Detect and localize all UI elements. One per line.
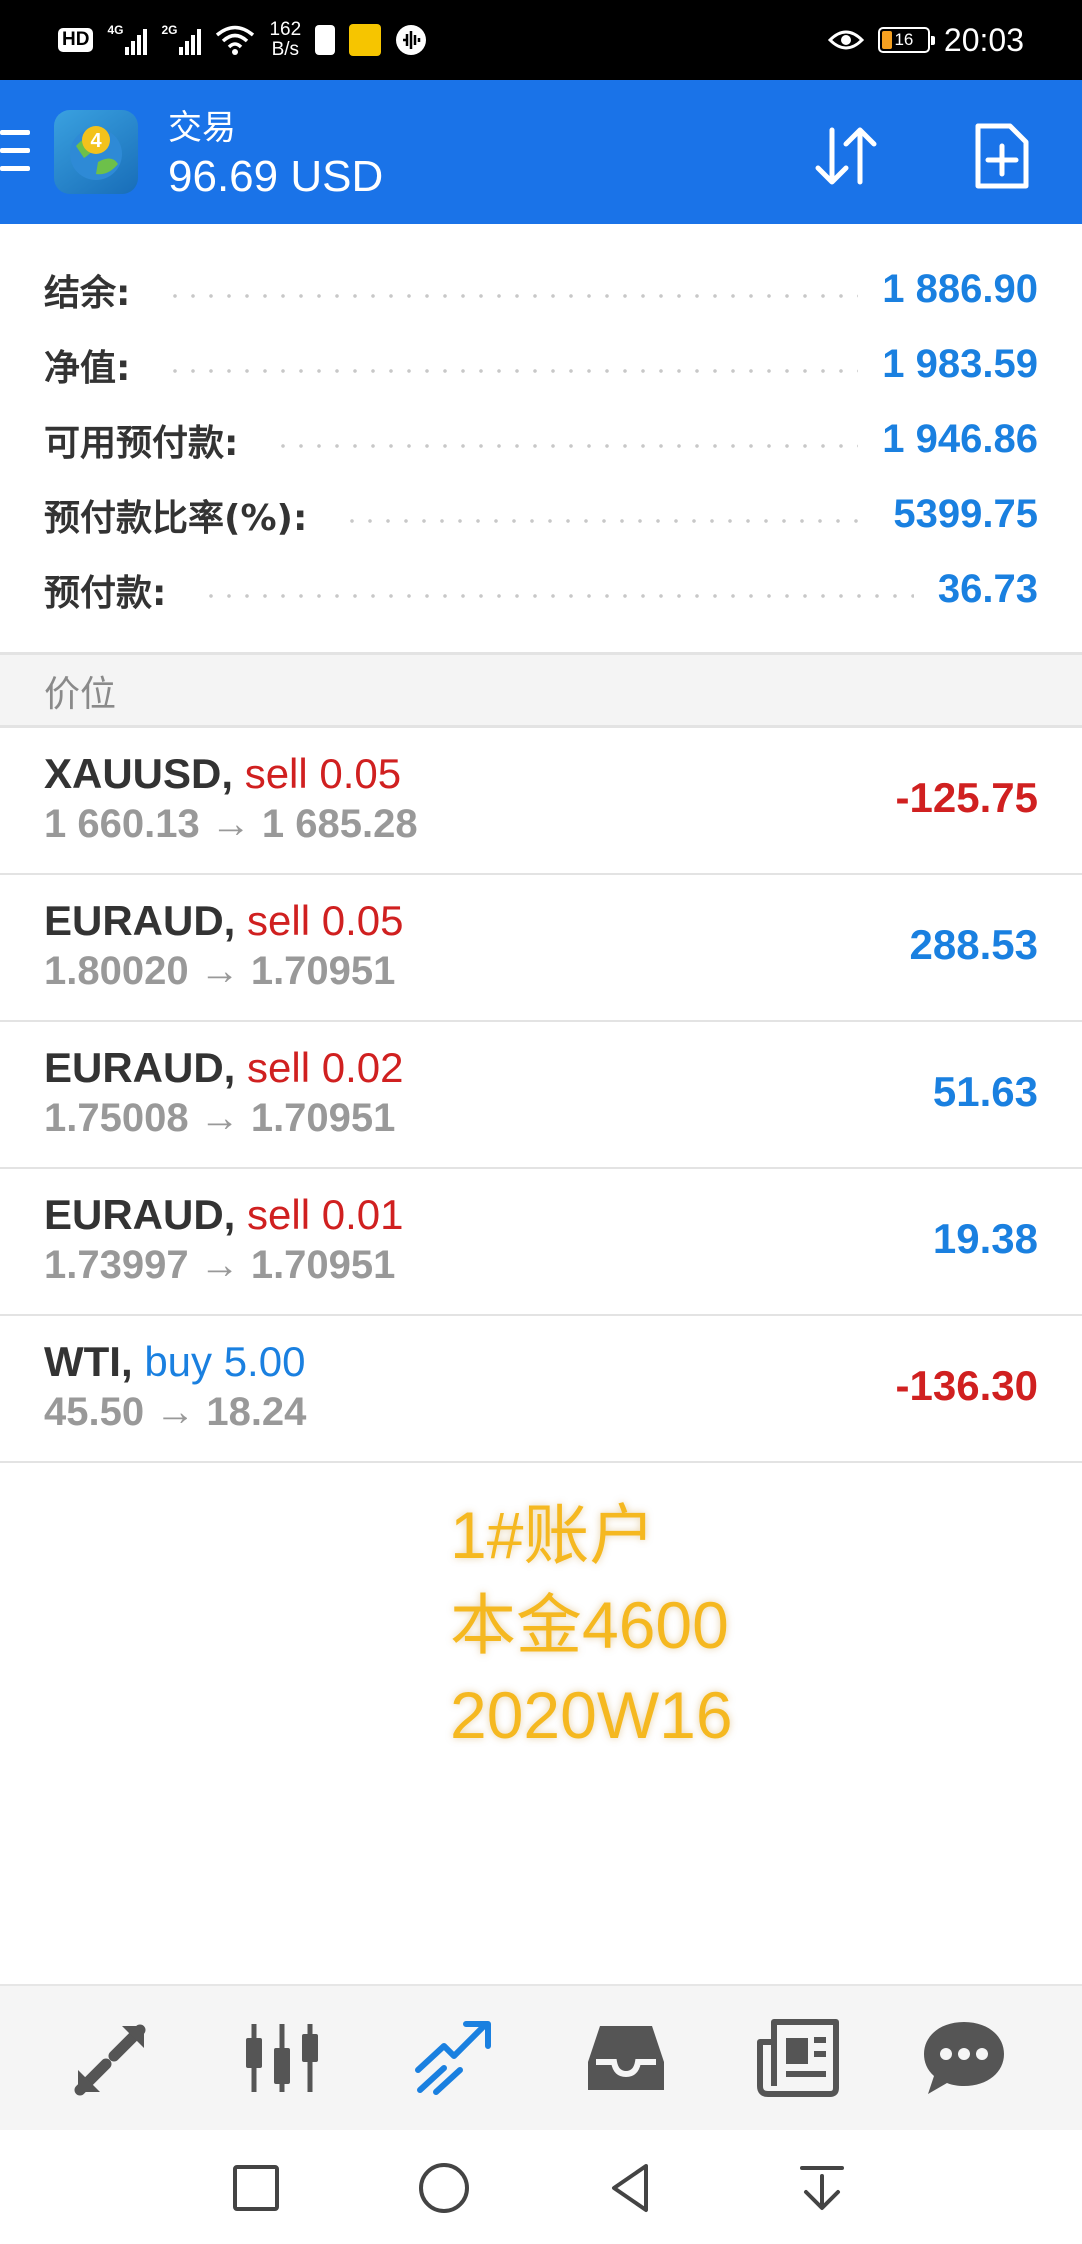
positions-header-label: 价位 <box>44 674 117 715</box>
summary-value: 1 946.86 <box>882 417 1038 461</box>
leader-dots <box>166 368 859 373</box>
position-symbol: EURAUD, <box>44 897 236 944</box>
summary-row-margin: 预付款: 36.73 <box>44 552 1038 627</box>
trade-icon <box>415 2021 491 2095</box>
bottom-tab-bar <box>0 1984 1082 2130</box>
square-icon <box>233 2165 279 2211</box>
summary-label: 预付款: <box>44 572 167 614</box>
app-header: 4 交易 96.69 USD <box>0 80 1082 224</box>
tab-trade[interactable] <box>404 2008 504 2108</box>
status-right: 16 20:03 <box>827 14 1024 66</box>
position-row[interactable]: EURAUD, sell 0.01 1.73997 → 1.70951 19.3… <box>0 1169 1082 1316</box>
system-nav-bar <box>0 2130 1082 2244</box>
sort-button[interactable] <box>806 116 886 196</box>
summary-label: 可用预付款: <box>44 422 239 464</box>
app-logo: 4 <box>54 110 138 194</box>
recents-button[interactable] <box>224 2156 288 2220</box>
positions-header: 价位 <box>0 652 1082 728</box>
account-note: 1#账户 本金4600 2020W16 <box>450 1490 733 1760</box>
tab-quotes[interactable] <box>60 2008 160 2108</box>
sort-icon <box>815 127 877 185</box>
tab-news[interactable] <box>748 2008 848 2108</box>
circle-icon <box>419 2163 469 2213</box>
position-profit: 288.53 <box>909 921 1038 968</box>
summary-row-margin-level: 预付款比率(%): 5399.75 <box>44 477 1038 552</box>
summary-row-free-margin: 可用预付款: 1 946.86 <box>44 402 1038 477</box>
tab-chat[interactable] <box>914 2008 1014 2108</box>
signal-2g-icon: 2G <box>161 23 202 55</box>
note-line: 2020W16 <box>450 1678 733 1752</box>
svg-text:4: 4 <box>90 130 102 152</box>
notification-pull-button[interactable] <box>790 2156 854 2220</box>
position-row[interactable]: EURAUD, sell 0.02 1.75008 → 1.70951 51.6… <box>0 1022 1082 1169</box>
position-prices: 45.50 → 18.24 <box>44 1390 307 1434</box>
new-order-button[interactable] <box>962 116 1042 196</box>
position-row[interactable]: XAUUSD, sell 0.05 1 660.13 → 1 685.28 -1… <box>0 728 1082 875</box>
position-side: sell 0.05 <box>247 897 404 944</box>
leader-dots <box>343 518 870 523</box>
summary-row-balance: 结余: 1 886.90 <box>44 252 1038 327</box>
note-line: 1#账户 <box>450 1498 656 1572</box>
position-symbol: EURAUD, <box>44 1191 236 1238</box>
position-profit: -136.30 <box>895 1362 1038 1409</box>
menu-icon[interactable] <box>0 130 30 174</box>
back-button[interactable] <box>600 2156 664 2220</box>
leader-dots <box>166 293 859 298</box>
news-icon <box>757 2019 839 2097</box>
eye-icon <box>827 30 864 50</box>
summary-label: 净值: <box>44 347 131 389</box>
history-icon <box>588 2026 664 2090</box>
position-profit: 51.63 <box>932 1068 1038 1115</box>
position-symbol: XAUUSD, <box>44 750 234 797</box>
account-summary: 结余: 1 886.90 净值: 1 983.59 可用预付款: 1 946.8… <box>0 224 1082 652</box>
position-side: sell 0.01 <box>247 1191 404 1238</box>
signal-4g-icon: 4G <box>107 23 148 55</box>
position-side: sell 0.02 <box>247 1044 404 1091</box>
summary-value: 36.73 <box>937 567 1038 611</box>
account-balance: 96.69 USD <box>168 152 384 201</box>
position-profit: -125.75 <box>895 774 1038 821</box>
position-prices: 1.75008 → 1.70951 <box>44 1096 396 1140</box>
position-symbol: WTI, <box>44 1338 133 1385</box>
note-line: 本金4600 <box>450 1588 729 1662</box>
quotes-icon <box>74 2024 146 2096</box>
position-prices: 1 660.13 → 1 685.28 <box>44 802 418 846</box>
audio-icon <box>396 25 427 55</box>
network-speed: 162 B/s <box>269 19 302 60</box>
position-side: sell 0.05 <box>244 750 402 797</box>
tab-history[interactable] <box>576 2008 676 2108</box>
summary-value: 1 886.90 <box>882 267 1038 311</box>
notification-icon <box>315 25 336 55</box>
clock: 20:03 <box>943 21 1024 58</box>
pull-down-icon <box>800 2166 844 2210</box>
tab-chart[interactable] <box>232 2008 332 2108</box>
triangle-back-icon <box>612 2164 648 2212</box>
battery-icon: 16 <box>877 27 935 53</box>
hd-badge: HD <box>58 28 94 52</box>
position-prices: 1.73997 → 1.70951 <box>44 1243 396 1287</box>
position-side: buy 5.00 <box>144 1338 306 1385</box>
position-row[interactable]: EURAUD, sell 0.05 1.80020 → 1.70951 288.… <box>0 875 1082 1022</box>
leader-dots <box>274 443 859 448</box>
summary-label: 结余: <box>44 272 131 314</box>
summary-value: 5399.75 <box>893 492 1038 536</box>
notes-icon <box>349 24 382 56</box>
chat-icon <box>924 2022 1004 2094</box>
status-bar: HD 4G 2G 162 B/s 16 20:03 <box>0 0 1082 80</box>
status-left: HD 4G 2G 162 B/s <box>58 14 427 66</box>
summary-value: 1 983.59 <box>882 342 1038 386</box>
position-prices: 1.80020 → 1.70951 <box>44 949 396 993</box>
wifi-icon <box>216 25 255 55</box>
new-document-icon <box>975 123 1029 189</box>
page-title: 交易 <box>168 108 236 148</box>
summary-label: 预付款比率(%): <box>44 497 308 539</box>
summary-row-equity: 净值: 1 983.59 <box>44 327 1038 402</box>
position-profit: 19.38 <box>932 1215 1038 1262</box>
position-row[interactable]: WTI, buy 5.00 45.50 → 18.24 -136.30 <box>0 1316 1082 1463</box>
chart-icon <box>246 2024 318 2092</box>
home-button[interactable] <box>412 2156 476 2220</box>
leader-dots <box>202 593 914 598</box>
position-symbol: EURAUD, <box>44 1044 236 1091</box>
